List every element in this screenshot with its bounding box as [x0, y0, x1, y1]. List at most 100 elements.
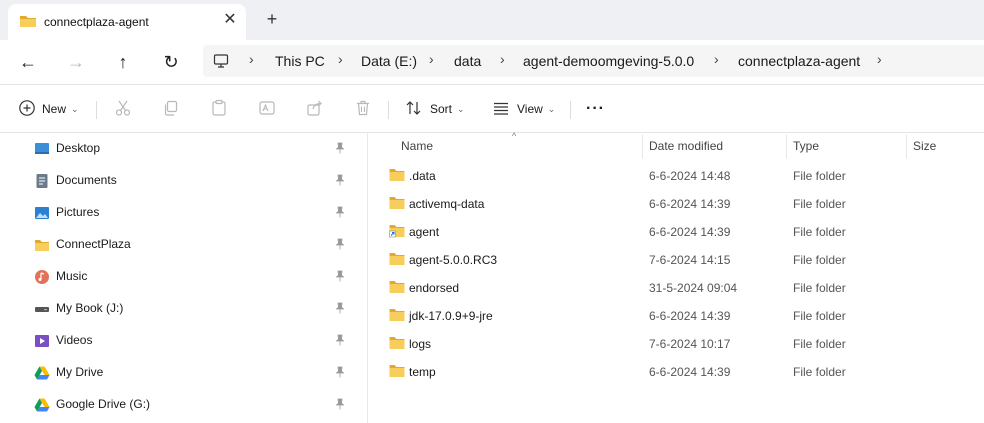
file-type: File folder: [793, 253, 846, 267]
pin-icon[interactable]: [334, 398, 348, 412]
back-button[interactable]: ←: [16, 50, 40, 74]
copy-icon[interactable]: [162, 99, 182, 119]
up-button[interactable]: ↑: [111, 50, 135, 74]
file-type: File folder: [793, 281, 846, 295]
file-type: File folder: [793, 309, 846, 323]
file-date-modified: 6-6-2024 14:39: [649, 225, 731, 239]
sidebar-item-documents[interactable]: Documents: [0, 165, 355, 197]
pin-icon[interactable]: [334, 334, 348, 348]
breadcrumb-agent-demoomgeving[interactable]: agent-demoomgeving-5.0.0: [523, 53, 694, 69]
file-name: agent: [409, 225, 440, 239]
new-tab-button[interactable]: +: [262, 9, 282, 29]
column-resize-handle[interactable]: [642, 135, 643, 159]
sidebar-item-label: Videos: [56, 333, 93, 347]
view-button[interactable]: View ⌄: [492, 98, 555, 120]
sidebar-item-label: My Book (J:): [56, 301, 124, 315]
close-tab-button[interactable]: ✕: [220, 10, 240, 30]
breadcrumb-separator[interactable]: ›: [877, 51, 882, 67]
breadcrumb-separator[interactable]: ›: [429, 51, 434, 67]
column-header-name[interactable]: Name: [401, 133, 433, 161]
file-type: File folder: [793, 197, 846, 211]
table-row[interactable]: agent 6-6-2024 14:39 File folder: [368, 217, 984, 245]
file-name: activemq-data: [409, 197, 485, 211]
sidebar-item-music[interactable]: Music: [0, 261, 355, 293]
share-icon[interactable]: [306, 99, 326, 119]
folder-icon: [389, 336, 405, 353]
forward-button[interactable]: →: [64, 50, 88, 74]
rename-icon[interactable]: [258, 99, 278, 119]
view-label: View: [517, 102, 543, 116]
tab-connectplaza-agent[interactable]: connectplaza-agent ✕: [8, 4, 246, 40]
sidebar-item-label: Pictures: [56, 205, 100, 219]
column-header-size[interactable]: Size: [913, 133, 936, 161]
breadcrumb-data-drive[interactable]: Data (E:): [361, 53, 417, 69]
sidebar-item-desktop[interactable]: Desktop: [0, 133, 355, 165]
sort-button[interactable]: Sort ⌄: [405, 98, 465, 120]
sort-icon: [405, 99, 423, 120]
sidebar-item-videos[interactable]: Videos: [0, 325, 355, 357]
breadcrumb-this-pc[interactable]: This PC: [275, 53, 325, 69]
table-row[interactable]: activemq-data 6-6-2024 14:39 File folder: [368, 189, 984, 217]
cut-icon[interactable]: [114, 99, 134, 119]
file-type: File folder: [793, 337, 846, 351]
file-name: .data: [409, 169, 436, 183]
file-name: jdk-17.0.9+9-jre: [409, 309, 493, 323]
folder-icon: [34, 237, 50, 253]
breadcrumb-separator[interactable]: ›: [249, 51, 254, 67]
sidebar-item-my-drive[interactable]: My Drive: [0, 357, 355, 389]
pin-icon[interactable]: [334, 142, 348, 156]
sidebar-item-label: Music: [56, 269, 88, 283]
file-date-modified: 6-6-2024 14:39: [649, 365, 731, 379]
pin-icon[interactable]: [334, 302, 348, 316]
column-header-type[interactable]: Type: [793, 133, 819, 161]
sidebar-item-google-drive-g[interactable]: Google Drive (G:): [0, 389, 355, 421]
folder-icon: [389, 280, 405, 297]
folder-icon: [389, 308, 405, 325]
table-row[interactable]: jdk-17.0.9+9-jre 6-6-2024 14:39 File folde…: [368, 301, 984, 329]
paste-icon[interactable]: [210, 99, 230, 119]
navigation-bar: ← → ↑ ↻ › This PC › Data (E:) › data › a…: [0, 40, 984, 84]
sort-label: Sort: [430, 102, 453, 116]
view-list-icon: [492, 99, 510, 120]
table-row[interactable]: .data 6-6-2024 14:48 File folder: [368, 161, 984, 189]
address-bar[interactable]: › This PC › Data (E:) › data › agent-dem…: [203, 45, 984, 77]
breadcrumb-separator[interactable]: ›: [500, 51, 505, 67]
pin-icon[interactable]: [334, 366, 348, 380]
pin-icon[interactable]: [334, 238, 348, 252]
google-drive-icon: [34, 365, 50, 381]
file-name: agent-5.0.0.RC3: [409, 253, 498, 267]
pin-icon[interactable]: [334, 270, 348, 284]
sidebar-item-label: Google Drive (G:): [56, 397, 151, 411]
breadcrumb-separator[interactable]: ›: [714, 51, 719, 67]
delete-icon[interactable]: [354, 99, 374, 119]
sidebar-item-pictures[interactable]: Pictures: [0, 197, 355, 229]
divider: [388, 101, 389, 119]
navigation-pane: Desktop Documents Pictures ConnectPlaza …: [0, 133, 360, 423]
tab-bar: connectplaza-agent ✕ +: [0, 0, 984, 40]
table-row[interactable]: temp 6-6-2024 14:39 File folder: [368, 357, 984, 385]
file-list: ^ Name Date modified Type Size .data 6-6-…: [368, 131, 984, 423]
table-row[interactable]: agent-5.0.0.RC3 7-6-2024 14:15 File folder: [368, 245, 984, 273]
column-resize-handle[interactable]: [906, 135, 907, 159]
sidebar-item-label: Documents: [56, 173, 117, 187]
more-options-button[interactable]: ···: [586, 98, 605, 120]
sidebar-item-label: Desktop: [56, 141, 101, 155]
folder-icon: [389, 168, 405, 185]
pin-icon[interactable]: [334, 174, 348, 188]
sidebar-item-my-book[interactable]: My Book (J:): [0, 293, 355, 325]
pin-icon[interactable]: [334, 206, 348, 220]
sidebar-item-connectplaza[interactable]: ConnectPlaza: [0, 229, 355, 261]
sidebar-item-label: ConnectPlaza: [56, 237, 131, 251]
breadcrumb-separator[interactable]: ›: [338, 51, 343, 67]
table-row[interactable]: endorsed 31-5-2024 09:04 File folder: [368, 273, 984, 301]
breadcrumb-connectplaza-agent[interactable]: connectplaza-agent: [738, 53, 860, 69]
refresh-button[interactable]: ↻: [159, 50, 183, 74]
table-row[interactable]: logs 7-6-2024 10:17 File folder: [368, 329, 984, 357]
breadcrumb-data[interactable]: data: [454, 53, 481, 69]
column-header-date[interactable]: Date modified: [649, 133, 723, 161]
folder-icon: [389, 196, 405, 213]
column-resize-handle[interactable]: [786, 135, 787, 159]
new-button[interactable]: New ⌄: [18, 98, 79, 120]
this-pc-icon[interactable]: [213, 53, 229, 72]
chevron-down-icon: ⌄: [71, 103, 79, 114]
